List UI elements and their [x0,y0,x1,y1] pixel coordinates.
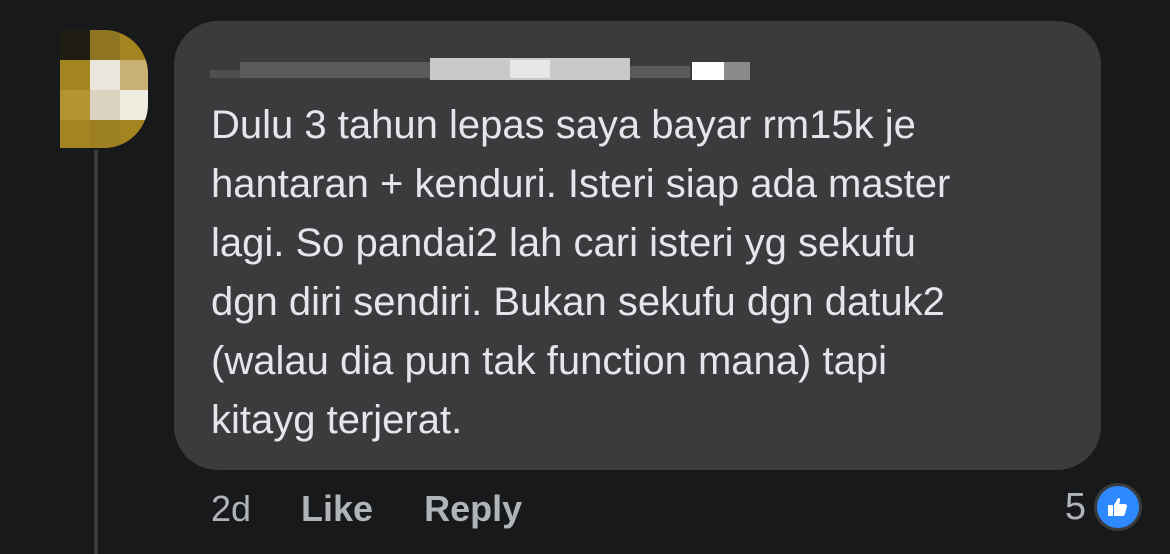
reactions-summary[interactable]: 5 [1064,483,1142,531]
reply-button[interactable]: Reply [424,488,522,530]
comment-author-name[interactable] [210,44,750,80]
comment-timestamp[interactable]: 2d [211,488,251,530]
comment-thread: Dulu 3 tahun lepas saya bayar rm15k je h… [0,0,1170,554]
avatar[interactable] [60,30,148,148]
comment-text: Dulu 3 tahun lepas saya bayar rm15k je h… [211,103,951,442]
thumbs-up-icon [1094,483,1142,531]
reaction-count: 5 [1064,485,1086,528]
thread-connector-line [94,150,98,554]
comment-actions: 2d Like Reply [211,487,573,531]
like-button[interactable]: Like [301,488,373,530]
